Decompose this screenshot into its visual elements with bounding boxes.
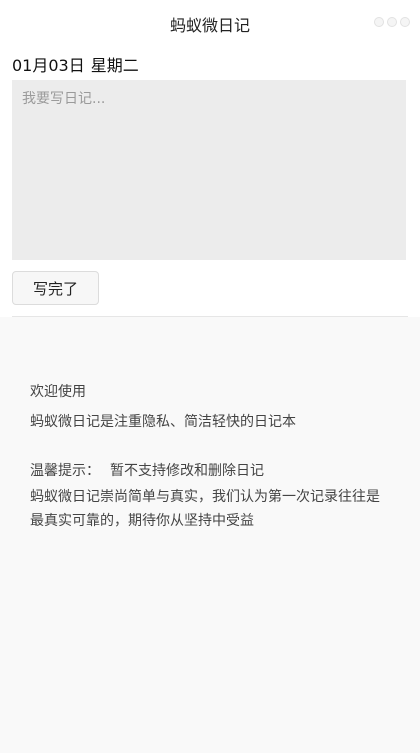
welcome-text: 蚂蚁微日记是注重隐私、简洁轻快的日记本 [30, 414, 296, 430]
entry-date: 01月03日 [12, 56, 85, 75]
tip-text: 暂不支持修改和删除日记 [110, 463, 264, 479]
title-bar: 蚂蚁微日记 [0, 0, 420, 44]
philosophy-text: 蚂蚁微日记崇尚简单与真实，我们认为第一次记录往往是最真实可靠的，期待你从坚持中受… [30, 489, 380, 529]
info-panel: 欢迎使用 蚂蚁微日记是注重隐私、简洁轻快的日记本 温馨提示： 暂不支持修改和删除日… [0, 317, 420, 753]
tip-label: 温馨提示： [30, 463, 100, 479]
entry-date-line: 01月03日 星期二 [12, 52, 139, 76]
app-title: 蚂蚁微日记 [169, 16, 250, 35]
tip-line: 温馨提示： 暂不支持修改和删除日记 [30, 460, 264, 480]
entry-weekday: 星期二 [90, 56, 139, 75]
menu-dot [374, 17, 384, 27]
menu-dot [400, 17, 410, 27]
finish-diary-button[interactable]: 写完了 [12, 271, 99, 305]
more-dots-icon[interactable] [374, 17, 410, 27]
menu-dot [387, 17, 397, 27]
welcome-heading: 欢迎使用 [30, 384, 86, 400]
diary-text-input[interactable] [12, 80, 406, 260]
